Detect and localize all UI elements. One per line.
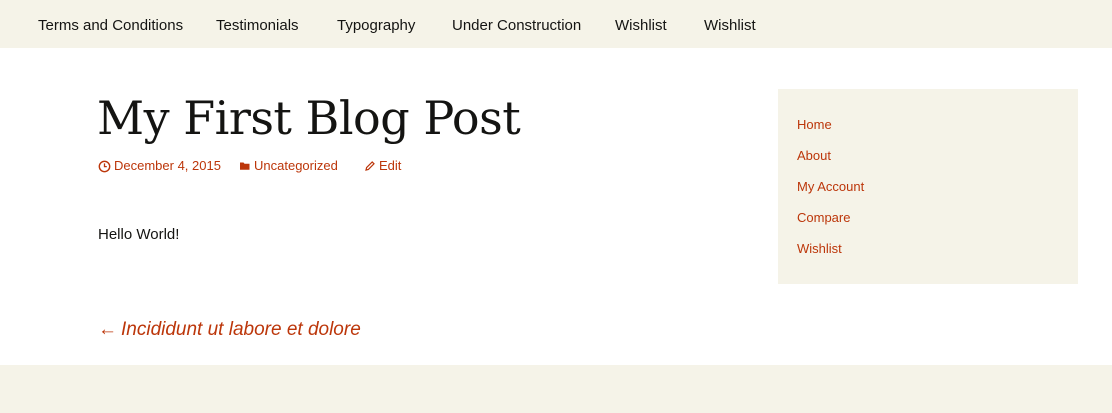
nav-item-wishlist[interactable]: Wishlist <box>615 16 667 36</box>
pencil-icon <box>365 161 375 171</box>
post-category: Uncategorized <box>254 158 338 173</box>
edit-label: Edit <box>379 158 402 173</box>
previous-post-link[interactable]: ← Incididunt ut labore et dolore <box>98 318 361 342</box>
post-body: Hello World! <box>98 226 180 243</box>
post-date: December 4, 2015 <box>114 158 221 173</box>
clock-icon <box>98 160 111 172</box>
sidebar-link-my-account[interactable]: My Account <box>797 178 864 196</box>
nav-item-testimonials[interactable]: Testimonials <box>216 16 299 36</box>
sidebar-link-wishlist[interactable]: Wishlist <box>797 240 842 258</box>
nav-item-wishlist-2[interactable]: Wishlist <box>704 16 756 36</box>
footer-band <box>0 365 1112 413</box>
sidebar-menu: Home About My Account Compare Wishlist <box>778 89 1078 284</box>
post-title[interactable]: My First Blog Post <box>97 86 521 150</box>
previous-post-title: Incididunt ut labore et dolore <box>121 319 361 340</box>
sidebar-link-compare[interactable]: Compare <box>797 209 850 227</box>
post-category-link[interactable]: Uncategorized <box>239 157 338 175</box>
top-navigation: Terms and Conditions Testimonials Typogr… <box>0 0 1112 48</box>
nav-item-under-construction[interactable]: Under Construction <box>452 16 581 36</box>
nav-item-typography[interactable]: Typography <box>337 16 415 36</box>
sidebar-link-about[interactable]: About <box>797 147 831 165</box>
post-date-link[interactable]: December 4, 2015 <box>98 157 221 175</box>
nav-item-terms-and-conditions[interactable]: Terms and Conditions <box>38 16 183 36</box>
edit-link[interactable]: Edit <box>364 157 401 175</box>
sidebar-link-home[interactable]: Home <box>797 116 832 134</box>
folder-icon <box>240 162 250 170</box>
left-arrow-icon: ← <box>98 319 117 340</box>
